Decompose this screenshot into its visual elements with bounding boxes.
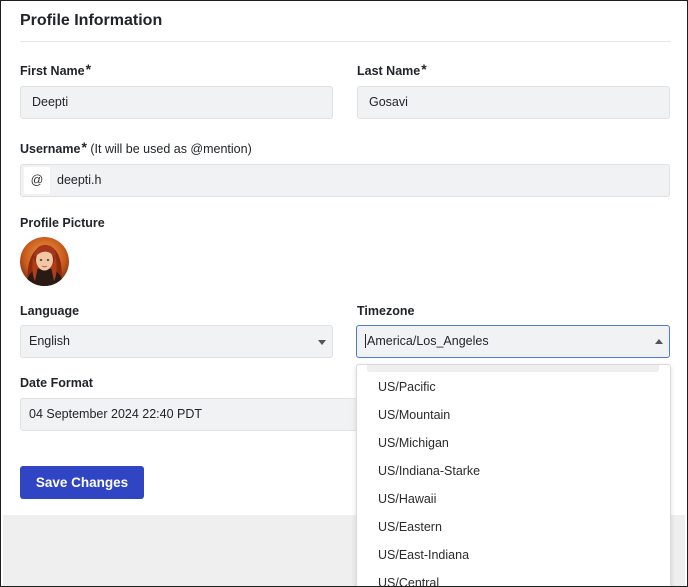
last-name-value: Gosavi <box>369 95 408 109</box>
dropdown-option[interactable]: US/Pacific <box>378 380 436 394</box>
username-label-text: Username <box>20 142 81 156</box>
timezone-select[interactable]: America/Los_Angeles <box>356 325 670 358</box>
save-button[interactable]: Save Changes <box>20 466 144 499</box>
dropdown-option[interactable]: US/Central <box>378 576 439 586</box>
avatar[interactable] <box>20 237 69 286</box>
username-value: deepti.h <box>57 173 102 187</box>
required-asterisk: * <box>81 139 87 155</box>
dropdown-option[interactable]: US/East-Indiana <box>378 548 469 562</box>
at-prefix: @ <box>24 167 50 194</box>
last-name-label-text: Last Name <box>357 64 421 78</box>
timezone-dropdown[interactable]: US/Pacific US/Mountain US/Michigan US/In… <box>356 364 671 586</box>
language-label: Language <box>20 304 80 318</box>
timezone-label: Timezone <box>357 304 415 318</box>
username-hint: (It will be used as @mention) <box>86 142 252 156</box>
dropdown-option[interactable]: US/Eastern <box>378 520 442 534</box>
username-label: Username* (It will be used as @mention) <box>20 139 252 156</box>
first-name-label-text: First Name <box>20 64 85 78</box>
date-format-select[interactable]: 04 September 2024 22:40 PDT <box>20 398 357 431</box>
section-title: Profile Information <box>20 12 163 29</box>
chevron-up-icon <box>655 339 663 344</box>
dropdown-option[interactable]: US/Hawaii <box>378 492 436 506</box>
text-cursor <box>365 333 366 348</box>
date-format-label: Date Format <box>20 376 93 390</box>
language-selected-value: English <box>29 334 70 348</box>
username-input[interactable]: deepti.h <box>20 164 670 197</box>
language-select[interactable]: English <box>20 325 333 358</box>
dropdown-option[interactable]: US/Michigan <box>378 436 449 450</box>
profile-settings-panel: Profile Information First Name* Deepti L… <box>0 0 688 587</box>
dropdown-option[interactable]: US/Indiana-Starke <box>378 464 480 478</box>
chevron-down-icon <box>318 340 326 345</box>
last-name-input[interactable]: Gosavi <box>357 86 670 119</box>
section-divider <box>20 41 670 42</box>
last-name-label: Last Name* <box>357 61 427 78</box>
first-name-label: First Name* <box>20 61 92 78</box>
profile-picture-label: Profile Picture <box>20 216 105 230</box>
first-name-input[interactable]: Deepti <box>20 86 333 119</box>
dropdown-scroll-indicator <box>367 365 659 372</box>
required-asterisk: * <box>85 61 92 77</box>
first-name-value: Deepti <box>32 95 69 109</box>
timezone-selected-value: America/Los_Angeles <box>367 334 489 348</box>
dropdown-option[interactable]: US/Mountain <box>378 408 450 422</box>
date-format-selected-value: 04 September 2024 22:40 PDT <box>29 407 203 421</box>
required-asterisk: * <box>421 61 427 77</box>
avatar-image <box>20 237 69 286</box>
